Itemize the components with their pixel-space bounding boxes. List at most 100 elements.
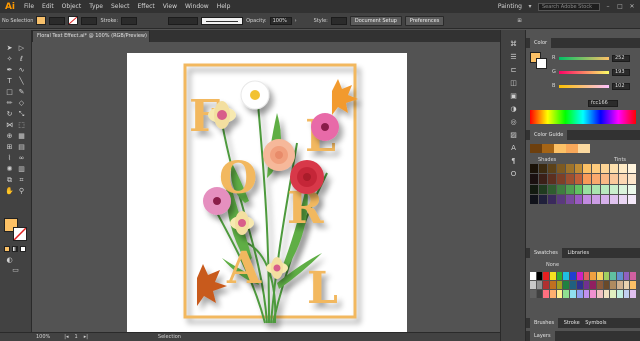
color-spectrum[interactable] (530, 110, 636, 124)
gradient-tool-icon[interactable]: ▤ (16, 143, 27, 152)
draw-mode-icon[interactable]: ◐ (4, 256, 15, 265)
scale-tool-icon[interactable]: ⤡ (16, 110, 27, 119)
symbol-sprayer-icon[interactable]: ✺ (4, 165, 15, 174)
fill-swatch[interactable] (36, 16, 47, 25)
properties-icon[interactable]: ☰ (508, 53, 519, 62)
zoom-level[interactable]: 100% (36, 334, 50, 340)
brush-definition[interactable] (201, 16, 244, 25)
artboard-nav-first-icon[interactable]: |◂ (64, 334, 68, 340)
tab-libraries[interactable]: Libraries (567, 250, 589, 256)
color-guide-header[interactable]: Color Guide (526, 130, 640, 140)
green-value[interactable]: 193 (612, 68, 630, 76)
stroke-weight[interactable] (121, 16, 138, 25)
variable-width[interactable] (168, 16, 199, 25)
menu-window[interactable]: Window (181, 3, 213, 10)
canvas-area[interactable]: F L O R A L (32, 42, 500, 332)
free-transform-icon[interactable]: ⬚ (16, 121, 27, 130)
document-setup-button[interactable]: Document Setup (349, 15, 402, 26)
menu-select[interactable]: Select (107, 3, 134, 10)
menu-object[interactable]: Object (58, 3, 86, 10)
chevron-down-icon[interactable]: ▾ (526, 3, 534, 11)
document-tab[interactable]: Floral Text Effect.ai* @ 100% (RGB/Previ… (32, 30, 150, 50)
align-icon[interactable]: ⊏ (508, 66, 519, 75)
red-value[interactable]: 252 (612, 54, 630, 62)
none-mode-icon[interactable] (20, 246, 26, 252)
stroke-dropdown[interactable] (81, 16, 98, 25)
artboard-tool-icon[interactable]: ⧉ (4, 176, 15, 185)
blue-value[interactable]: 102 (612, 82, 630, 90)
green-slider[interactable] (559, 70, 609, 74)
menu-file[interactable]: File (20, 3, 38, 10)
brushes-panel-header[interactable]: Brushes Stroke Symbols (526, 318, 640, 328)
gradient-mode-icon[interactable] (12, 246, 18, 252)
pencil-tool-icon[interactable]: ✏ (4, 99, 15, 108)
menu-type[interactable]: Type (85, 3, 107, 10)
menu-help[interactable]: Help (213, 3, 235, 10)
graphic-styles-icon[interactable]: ▨ (508, 131, 519, 140)
color-guide-grid[interactable] (530, 164, 636, 204)
pathfinder-icon[interactable]: ◫ (508, 79, 519, 88)
direct-selection-tool-icon[interactable]: ▷ (16, 44, 27, 53)
lasso-tool-icon[interactable]: ℓ (16, 55, 27, 64)
artboard-nav-next-icon[interactable]: ▸| (84, 334, 88, 340)
stroke-swatch[interactable] (68, 16, 79, 25)
line-tool-icon[interactable]: ╲ (16, 77, 27, 86)
libraries-icon[interactable]: ⌘ (508, 40, 519, 49)
eraser-tool-icon[interactable]: ◇ (16, 99, 27, 108)
tab-symbols[interactable]: Symbols (585, 320, 606, 326)
tab-color[interactable]: Color (530, 38, 552, 48)
blue-slider[interactable] (559, 84, 609, 88)
screen-mode-icon[interactable]: ▭ (10, 266, 21, 275)
hex-field[interactable]: fcc166 (588, 100, 618, 107)
rectangle-tool-icon[interactable]: □ (4, 88, 15, 97)
menu-effect[interactable]: Effect (134, 3, 159, 10)
red-slider[interactable] (559, 56, 609, 60)
width-tool-icon[interactable]: ⋈ (4, 121, 15, 130)
hand-tool-icon[interactable]: ✋ (4, 187, 15, 196)
type-tool-icon[interactable]: T (4, 77, 15, 86)
blend-tool-icon[interactable]: ∞ (16, 154, 27, 163)
paintbrush-tool-icon[interactable]: ✎ (16, 88, 27, 97)
slice-tool-icon[interactable]: ⌗ (16, 176, 27, 185)
chevron-right-icon[interactable]: › (295, 18, 297, 24)
tab-brushes[interactable]: Brushes (530, 318, 559, 328)
preferences-button[interactable]: Preferences (404, 15, 445, 26)
appearance-icon[interactable]: ◎ (508, 118, 519, 127)
paragraph-icon[interactable]: ¶ (508, 157, 519, 166)
color-stroke-swatch[interactable] (536, 58, 547, 69)
close-icon[interactable]: ✕ (628, 3, 636, 11)
harmony-strip[interactable] (530, 144, 590, 153)
column-graph-icon[interactable]: ▥ (16, 165, 27, 174)
tab-swatches[interactable]: Swatches (530, 248, 562, 258)
fill-dropdown[interactable] (49, 16, 66, 25)
rotate-tool-icon[interactable]: ↻ (4, 110, 15, 119)
color-panel-header[interactable]: Color (526, 38, 640, 48)
swatches-grid[interactable] (530, 272, 636, 298)
perspective-grid-icon[interactable]: ▦ (16, 132, 27, 141)
tab-color-guide[interactable]: Color Guide (530, 130, 568, 140)
swatches-panel-header[interactable]: Swatches Libraries (526, 248, 640, 258)
curvature-tool-icon[interactable]: ∿ (16, 66, 27, 75)
eyedropper-tool-icon[interactable]: ⌇ (4, 154, 15, 163)
pen-tool-icon[interactable]: ✒ (4, 66, 15, 75)
stroke-color-swatch[interactable] (13, 227, 27, 241)
minimize-icon[interactable]: – (604, 3, 612, 11)
transparency-icon[interactable]: ◑ (508, 105, 519, 114)
artboard[interactable]: F L O R A L (127, 53, 407, 332)
search-input[interactable]: Search Adobe Stock (538, 2, 600, 11)
color-mode-icon[interactable] (4, 246, 10, 252)
tab-layers[interactable]: Layers (530, 331, 555, 341)
layers-panel-header[interactable]: Layers (526, 331, 640, 341)
character-icon[interactable]: A (508, 144, 519, 153)
page-number[interactable]: 1 (75, 334, 78, 340)
mesh-tool-icon[interactable]: ⊞ (4, 143, 15, 152)
transform-icon[interactable]: ▣ (508, 92, 519, 101)
zoom-tool-icon[interactable]: ⚲ (16, 187, 27, 196)
opentype-icon[interactable]: O (508, 170, 519, 179)
style-dropdown[interactable] (330, 16, 347, 25)
tab-stroke[interactable]: Stroke (564, 320, 580, 326)
menu-edit[interactable]: Edit (38, 3, 58, 10)
magic-wand-icon[interactable]: ✧ (4, 55, 15, 64)
menu-view[interactable]: View (159, 3, 181, 10)
arrange-icon[interactable]: ⊞ (517, 18, 521, 24)
